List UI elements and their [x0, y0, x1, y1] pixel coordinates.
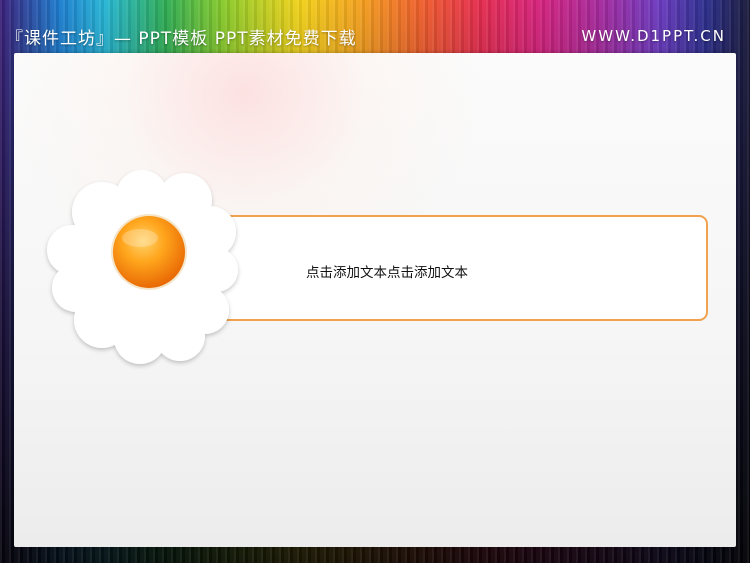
header-url: WWW.D1PPT.CN	[581, 27, 726, 45]
text-placeholder[interactable]: 点击添加文本点击添加文本	[306, 261, 468, 281]
orange-dot-icon	[113, 216, 185, 288]
flower-icon	[47, 170, 238, 364]
header-title: 『课件工坊』— PPT模板 PPT素材免费下载	[6, 29, 357, 49]
